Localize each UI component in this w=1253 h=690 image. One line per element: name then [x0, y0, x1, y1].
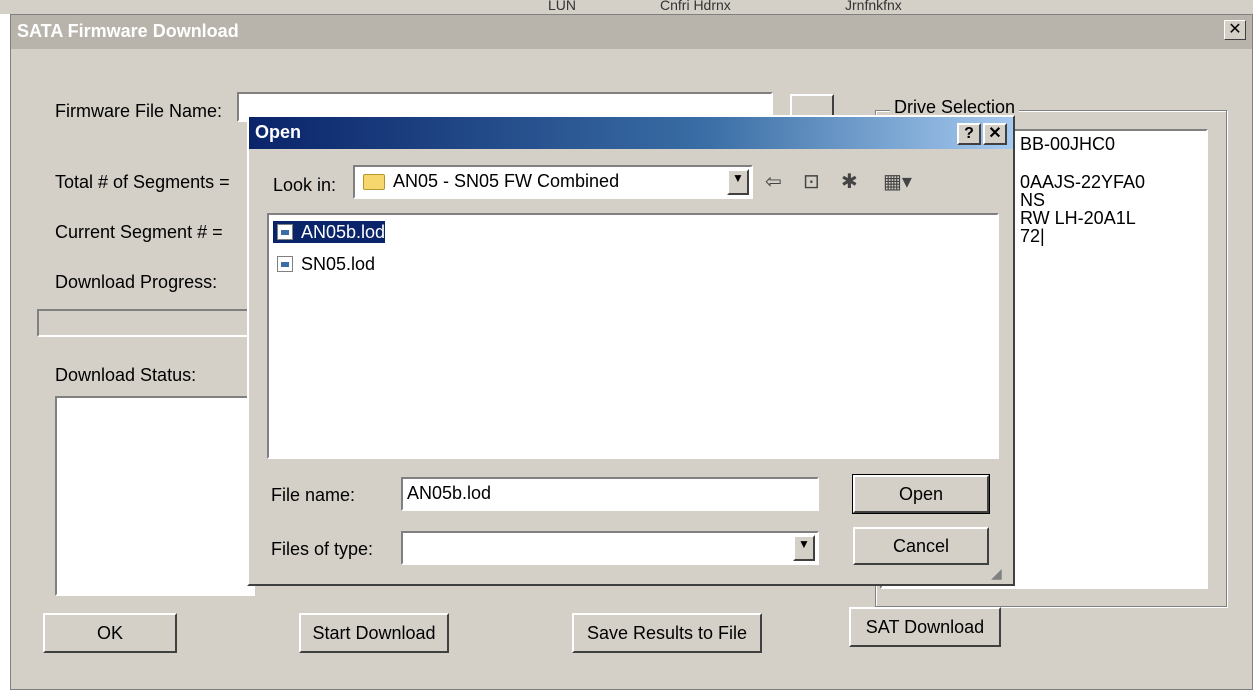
- download-status-label: Download Status:: [55, 365, 197, 385]
- drive-item[interactable]: NS: [1020, 191, 1206, 209]
- list-item[interactable]: AN05b.lod: [273, 221, 386, 243]
- look-in-combo[interactable]: AN05 - SN05 FW Combined ▼: [353, 165, 753, 199]
- firmware-file-label: Firmware File Name:: [55, 101, 223, 121]
- drive-item[interactable]: RW LH-20A1L: [1020, 209, 1206, 227]
- drive-item[interactable]: 72|: [1020, 227, 1206, 245]
- save-results-button[interactable]: Save Results to File: [572, 613, 762, 653]
- current-segment-label: Current Segment # =: [55, 222, 223, 242]
- file-name-input[interactable]: AN05b.lod: [401, 477, 819, 511]
- open-file-dialog: Open ? ✕ Look in: AN05 - SN05 FW Combine…: [247, 115, 1015, 586]
- download-progress-label: Download Progress:: [55, 272, 218, 292]
- close-icon[interactable]: ✕: [983, 123, 1007, 145]
- close-icon[interactable]: ✕: [1224, 20, 1246, 40]
- list-item[interactable]: SN05.lod: [273, 253, 375, 275]
- look-in-value: AN05 - SN05 FW Combined: [393, 171, 620, 191]
- file-name: SN05.lod: [301, 254, 376, 274]
- open-button[interactable]: Open: [852, 474, 990, 514]
- files-of-type-label: Files of type:: [271, 539, 374, 559]
- open-dialog-titlebar: Open ? ✕: [249, 117, 1013, 149]
- help-icon[interactable]: ?: [957, 123, 981, 145]
- ok-button[interactable]: OK: [43, 613, 177, 653]
- chevron-down-icon[interactable]: ▼: [793, 535, 815, 561]
- new-folder-icon[interactable]: ✱: [841, 169, 858, 194]
- start-download-button[interactable]: Start Download: [299, 613, 449, 653]
- sat-download-button[interactable]: SAT Download: [849, 607, 1001, 647]
- download-progress-bar: [37, 309, 257, 337]
- drive-item[interactable]: 0AAJS-22YFA0: [1020, 173, 1206, 191]
- main-titlebar: SATA Firmware Download ✕: [11, 15, 1252, 49]
- up-folder-icon[interactable]: ⊡: [803, 169, 820, 194]
- file-list[interactable]: AN05b.lod SN05.lod: [267, 213, 999, 459]
- file-icon: [277, 224, 293, 240]
- look-in-label: Look in:: [273, 175, 337, 195]
- bg-col-3: Jrnfnkfnx: [845, 0, 902, 13]
- file-name-label: File name:: [271, 485, 356, 505]
- bg-col-2: Cnfri Hdrnx: [660, 0, 731, 13]
- folder-icon: [363, 174, 385, 191]
- open-dialog-title: Open: [255, 122, 302, 142]
- file-icon: [277, 256, 293, 272]
- cancel-button[interactable]: Cancel: [853, 527, 989, 565]
- back-arrow-icon[interactable]: ⇦: [765, 169, 782, 194]
- window-title: SATA Firmware Download: [17, 21, 239, 41]
- download-status-box[interactable]: [55, 396, 255, 596]
- bg-col-1: LUN: [548, 0, 577, 13]
- chevron-down-icon[interactable]: ▼: [727, 169, 749, 195]
- total-segments-label: Total # of Segments =: [55, 172, 230, 192]
- resize-grip-icon[interactable]: ◢: [991, 565, 1002, 582]
- background-window-strip: LUN Cnfri Hdrnx Jrnfnkfnx: [0, 0, 1253, 15]
- file-name: AN05b.lod: [301, 222, 386, 242]
- drive-item[interactable]: BB-00JHC0: [1020, 133, 1206, 173]
- files-of-type-select[interactable]: ▼: [401, 531, 819, 565]
- view-menu-icon[interactable]: ▦▾: [883, 169, 912, 194]
